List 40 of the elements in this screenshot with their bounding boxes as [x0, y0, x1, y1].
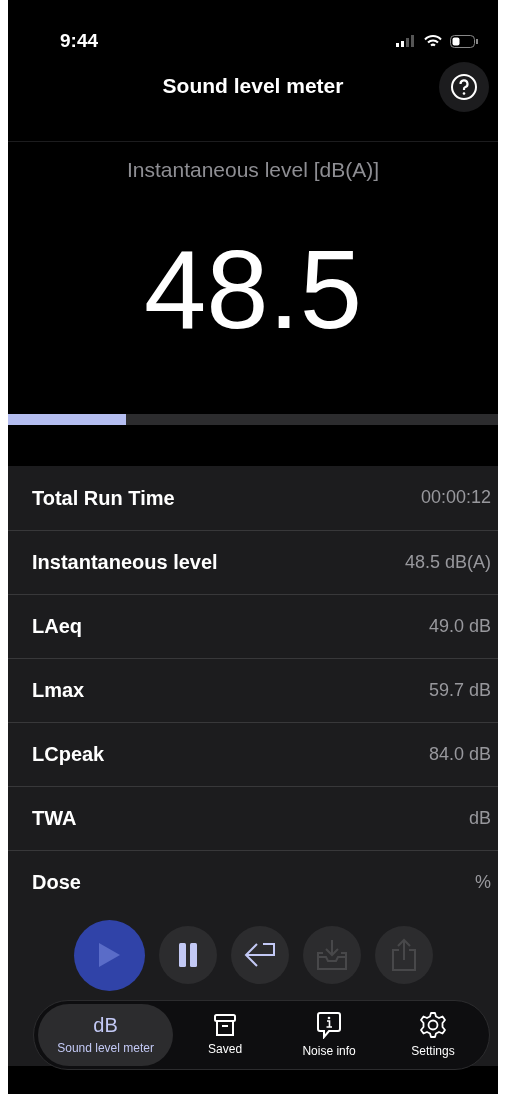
row-value: 59.7 dB — [428, 678, 491, 702]
nav-tab[interactable]: dB Sound level meter — [38, 1004, 174, 1066]
gear-icon — [419, 1010, 447, 1039]
status-time: 9:44 — [60, 28, 99, 53]
row-label: Instantaneous level — [32, 550, 218, 575]
battery-icon — [450, 34, 478, 48]
row-label: LAeq — [32, 614, 82, 639]
return-arrow-icon — [242, 942, 277, 968]
help-button[interactable] — [439, 62, 489, 112]
row-value: 00:00:12 — [420, 486, 491, 509]
pause-icon — [176, 942, 199, 968]
row-value: 48.5 dB(A) — [404, 550, 491, 574]
download-tray-icon — [314, 939, 349, 971]
tab-label: Saved — [208, 1040, 243, 1058]
archive-box-icon — [213, 1012, 238, 1037]
nav-tab[interactable]: Saved — [173, 1004, 278, 1066]
share-icon — [390, 938, 417, 972]
wifi-icon — [424, 34, 442, 48]
screen-title: Sound level meter — [162, 73, 344, 99]
info-bubble-icon — [316, 1010, 343, 1039]
tab-label: Noise info — [302, 1042, 356, 1060]
play-icon — [96, 941, 122, 969]
row-value: 84.0 dB — [428, 742, 491, 766]
tab-label: Sound level meter — [57, 1039, 154, 1057]
row-label: Total Run Time — [32, 485, 175, 511]
row-value: 49.0 dB — [428, 614, 491, 638]
tab-label: Settings — [411, 1042, 455, 1060]
nav-tab[interactable]: Settings — [381, 1004, 485, 1066]
meter-label: Instantaneous level [dB(A)] — [125, 157, 381, 183]
row-label: LCpeak — [32, 742, 105, 767]
row-value: dB — [468, 806, 491, 830]
tab-icon-text: dB — [93, 1013, 118, 1036]
signal-icon — [396, 35, 416, 47]
question-mark-icon — [450, 73, 478, 101]
nav-tab[interactable]: Noise info — [277, 1004, 382, 1066]
meter-reading: 48.5 — [143, 233, 363, 346]
row-label: Dose — [32, 870, 81, 895]
row-value: % — [475, 870, 491, 894]
row-label: Lmax — [32, 678, 85, 703]
row-label: TWA — [32, 806, 77, 831]
